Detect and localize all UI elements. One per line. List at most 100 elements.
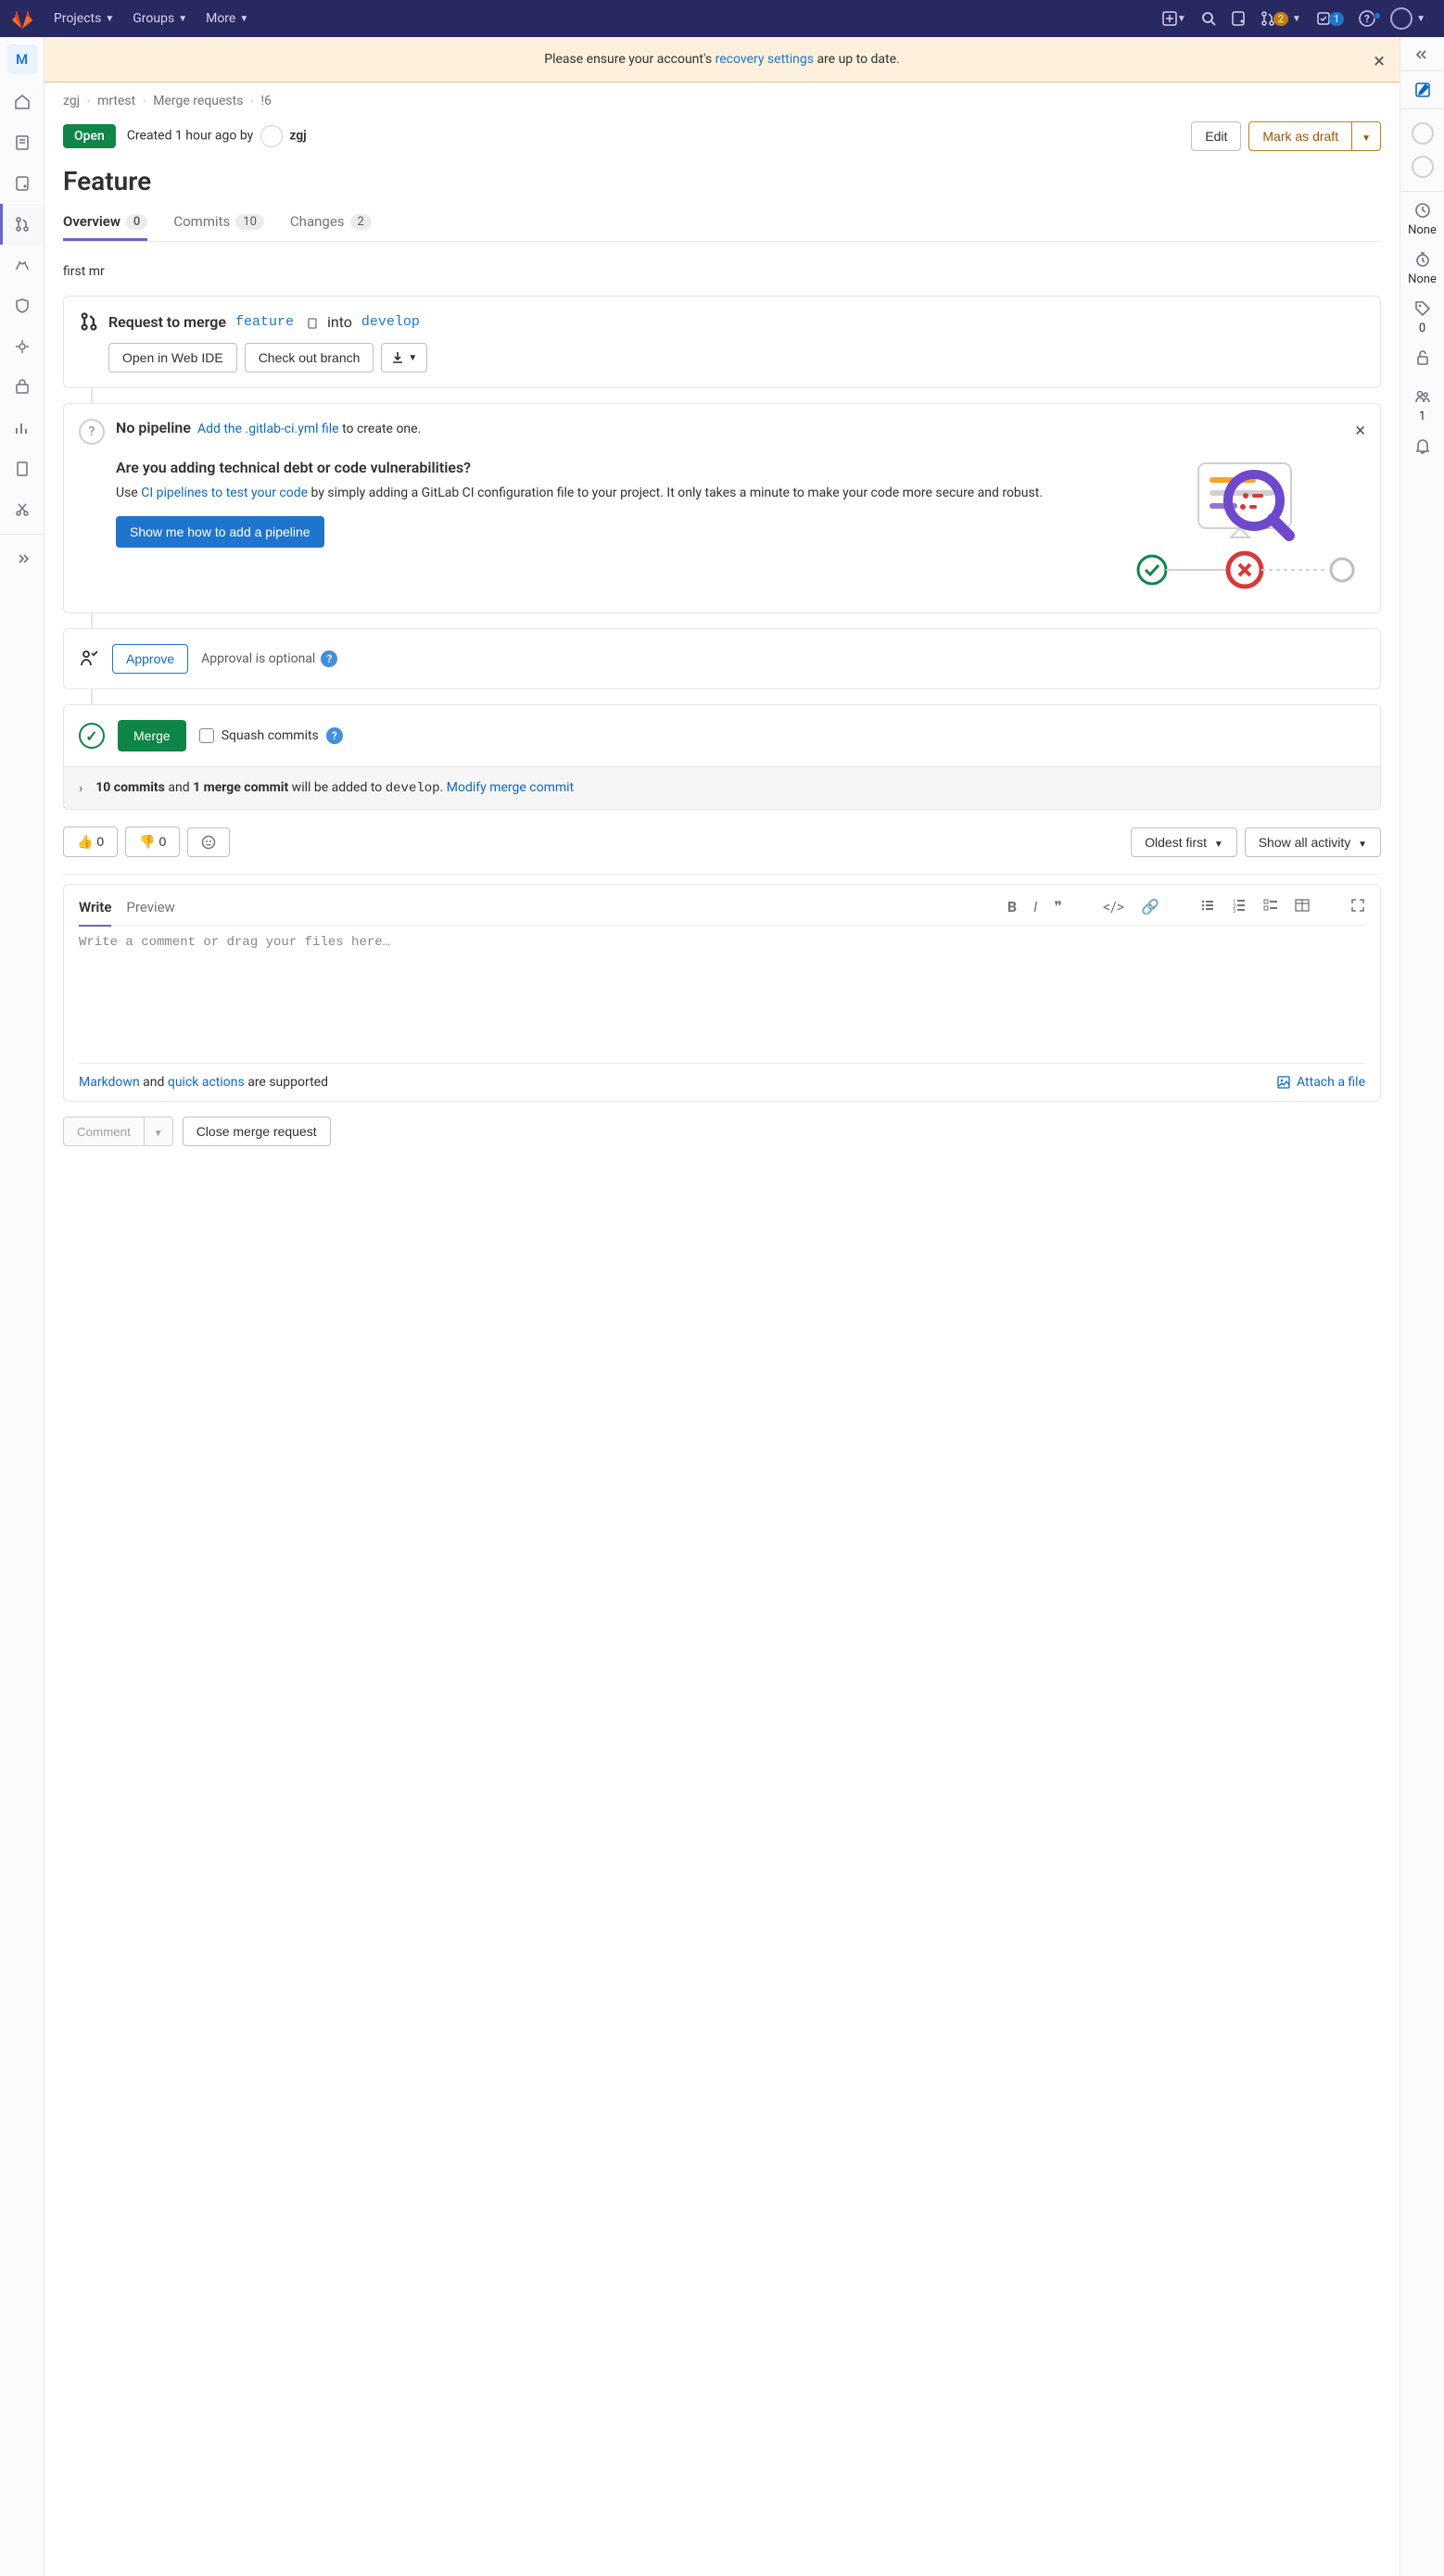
table-icon[interactable]	[1295, 898, 1310, 915]
tab-overview[interactable]: Overview0	[63, 213, 147, 241]
fullscreen-icon[interactable]	[1350, 898, 1365, 915]
link-icon[interactable]: 🔗	[1141, 898, 1159, 915]
todo-badge: 1	[1329, 12, 1344, 26]
mr-badge: 2	[1273, 12, 1288, 26]
merge-requests-icon[interactable]: 2 ▼	[1253, 11, 1309, 26]
sidebar-item-analytics[interactable]	[0, 408, 44, 448]
gitlab-logo-icon[interactable]	[11, 7, 33, 30]
breadcrumb-item[interactable]: Merge requests	[153, 94, 243, 108]
source-branch[interactable]: feature	[235, 314, 294, 330]
sidebar-item-wiki[interactable]	[0, 448, 44, 489]
sidebar-item-merge-requests[interactable]	[0, 204, 44, 245]
modify-merge-commit-link[interactable]: Modify merge commit	[447, 780, 574, 795]
sidebar-notifications[interactable]	[1400, 435, 1444, 457]
add-ci-link[interactable]: Add the .gitlab-ci.yml file	[197, 422, 339, 436]
nav-groups[interactable]: Groups ▼	[123, 11, 196, 26]
sidebar-item-snippets[interactable]	[0, 489, 44, 530]
numbered-list-icon[interactable]: 123	[1232, 898, 1247, 915]
editor-toolbar: B I ❞ </> 🔗 123	[1007, 898, 1365, 915]
new-menu[interactable]: ▼	[1155, 11, 1194, 26]
add-pipeline-button[interactable]: Show me how to add a pipeline	[116, 516, 324, 548]
avatar	[1390, 7, 1412, 30]
merge-button[interactable]: Merge	[118, 720, 186, 751]
tab-commits[interactable]: Commits10	[173, 213, 264, 241]
copy-icon[interactable]	[303, 314, 318, 329]
project-avatar[interactable]: M	[7, 44, 37, 74]
code-icon[interactable]: </>	[1103, 898, 1124, 915]
chevron-down-icon: ▼	[1358, 840, 1367, 850]
sidebar-labels[interactable]: 0	[1400, 297, 1444, 347]
ci-pipelines-link[interactable]: CI pipelines to test your code	[141, 486, 308, 500]
attach-file-button[interactable]: Attach a file	[1276, 1075, 1365, 1090]
close-icon[interactable]: ×	[1374, 50, 1385, 73]
italic-icon[interactable]: I	[1033, 898, 1037, 915]
comment-menu[interactable]: ▼	[145, 1117, 173, 1146]
help-icon[interactable]: ?	[321, 650, 337, 667]
nav-more[interactable]: More ▼	[196, 11, 258, 26]
sort-dropdown[interactable]: Oldest first ▼	[1131, 827, 1237, 857]
sidebar-item-cicd[interactable]	[0, 245, 44, 285]
quick-actions-link[interactable]: quick actions	[168, 1075, 245, 1090]
nav-projects[interactable]: Projects ▼	[44, 11, 123, 26]
sidebar-participants[interactable]: 1	[1400, 385, 1444, 435]
sidebar-item-security[interactable]	[0, 285, 44, 326]
alert-text: Please ensure your account's recovery se…	[544, 52, 899, 67]
sidebar-reviewer[interactable]	[1400, 150, 1444, 183]
approval-panel: Approve Approval is optional ?	[63, 628, 1381, 689]
comment-button[interactable]: Comment	[63, 1117, 145, 1146]
help-icon[interactable]: ?	[326, 727, 343, 744]
sidebar-milestone[interactable]: None	[1400, 199, 1444, 248]
breadcrumb-item[interactable]: zgj	[63, 94, 80, 108]
question-icon: ?	[79, 419, 105, 445]
breadcrumb-item[interactable]: mrtest	[97, 94, 135, 108]
sidebar-item-home[interactable]	[0, 82, 44, 122]
issues-icon[interactable]	[1223, 11, 1253, 26]
markdown-link[interactable]: Markdown	[79, 1075, 140, 1090]
sidebar-assignee[interactable]	[1400, 117, 1444, 150]
expand-icon[interactable]: ›	[79, 781, 82, 796]
sidebar-item-repository[interactable]	[0, 122, 44, 163]
download-menu[interactable]: ▼	[381, 343, 427, 373]
sidebar-todo[interactable]	[1400, 79, 1444, 101]
close-icon[interactable]: ×	[1355, 419, 1365, 441]
tab-changes[interactable]: Changes2	[290, 213, 372, 241]
sidebar-item-issues[interactable]	[0, 163, 44, 204]
sidebar-collapse[interactable]	[0, 538, 44, 579]
target-branch[interactable]: develop	[361, 314, 420, 330]
add-reaction-button[interactable]	[187, 827, 230, 857]
chevron-down-icon: ▼	[1362, 133, 1371, 144]
checkout-branch-button[interactable]: Check out branch	[245, 343, 374, 373]
sidebar-expand[interactable]	[1400, 46, 1444, 63]
pipeline-heading: Are you adding technical debt or code vu…	[116, 459, 1106, 476]
sidebar-time-tracking[interactable]: None	[1400, 248, 1444, 297]
bullet-list-icon[interactable]	[1200, 898, 1215, 915]
checkbox[interactable]	[199, 728, 214, 743]
tab-preview[interactable]: Preview	[126, 899, 174, 915]
open-web-ide-button[interactable]: Open in Web IDE	[108, 343, 237, 373]
sidebar-item-deployments[interactable]	[0, 326, 44, 367]
sidebar-lock[interactable]	[1400, 347, 1444, 369]
quote-icon[interactable]: ❞	[1054, 898, 1062, 915]
tab-write[interactable]: Write	[79, 899, 111, 925]
close-mr-button[interactable]: Close merge request	[183, 1117, 331, 1146]
thumbs-down-button[interactable]: 👎 0	[125, 827, 180, 857]
user-menu[interactable]: ▼	[1383, 7, 1433, 30]
thumbs-up-button[interactable]: 👍 0	[63, 827, 118, 857]
mark-draft-button[interactable]: Mark as draft	[1248, 121, 1351, 151]
chevron-down-icon: ▼	[1177, 14, 1186, 24]
sidebar-item-packages[interactable]	[0, 367, 44, 408]
approve-button[interactable]: Approve	[112, 644, 188, 674]
chevron-down-icon: ▼	[178, 14, 187, 24]
comment-textarea[interactable]	[79, 935, 1365, 1046]
bold-icon[interactable]: B	[1007, 898, 1017, 915]
search-icon[interactable]	[1194, 11, 1223, 26]
edit-button[interactable]: Edit	[1191, 121, 1241, 151]
help-icon[interactable]: ?	[1351, 10, 1383, 27]
author-link[interactable]: zgj	[289, 129, 307, 144]
activity-filter-dropdown[interactable]: Show all activity ▼	[1245, 827, 1381, 857]
todos-icon[interactable]: 1	[1309, 11, 1351, 26]
task-list-icon[interactable]	[1263, 898, 1278, 915]
recovery-settings-link[interactable]: recovery settings	[716, 52, 814, 67]
squash-checkbox[interactable]: Squash commits ?	[199, 727, 343, 744]
mark-draft-menu[interactable]: ▼	[1351, 121, 1381, 151]
